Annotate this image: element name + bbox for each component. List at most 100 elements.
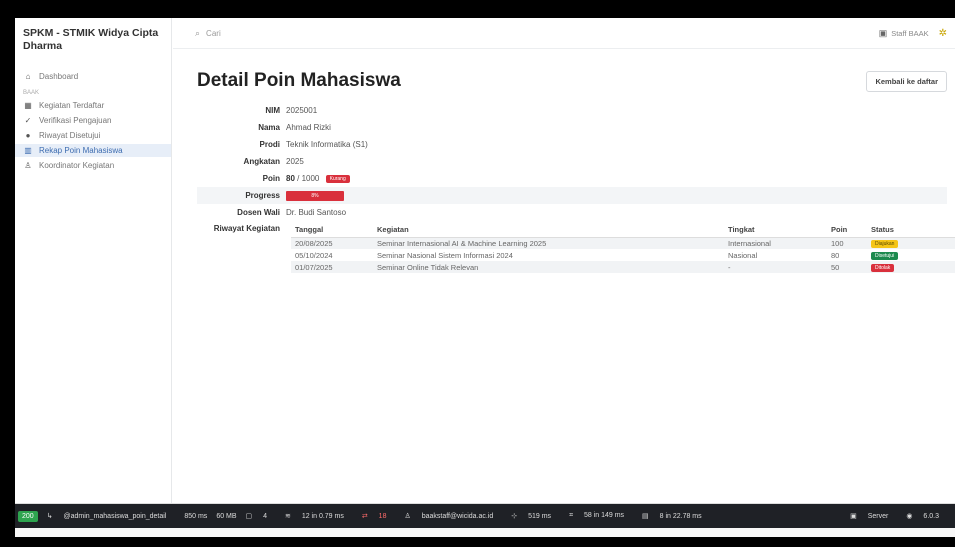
status-badge: Diajukan [871,240,899,249]
debug-bar: 200 ↳ @admin_mahasiswa_poin_detail 850 m… [15,504,955,528]
route-text: @admin_mahasiswa_poin_detail [63,513,167,520]
progress-bar: 8% [286,190,344,201]
field-label: Dosen Wali [237,208,280,217]
field-value: Ahmad Rizki [286,123,331,132]
status-code-badge[interactable]: 200 [18,510,38,522]
db-text: 8 in 22.78 ms [659,513,702,520]
poin-status-badge: Kurang [325,174,350,183]
table-row[interactable]: 20/08/2025 Seminar Internasional AI & Ma… [291,237,955,249]
status-badge: Ditolak [871,264,895,272]
cell-poin: 80 [831,250,840,260]
user-menu[interactable]: ▣ Staff BAAK ✲ [879,28,947,39]
debug-symfony-version[interactable]: ◉ 6.0.3 [906,512,948,520]
table-header-row: Tanggal Kegiatan Tingkat Poin Status [291,222,955,238]
debug-server[interactable]: ▣ Server [850,512,897,520]
field-angkatan: Angkatan 2025 [197,153,947,170]
page-title: Detail Poin Mahasiswa [197,70,401,91]
sidebar-item-label: Koordinator Kegiatan [39,161,115,170]
gear-icon[interactable]: ✲ [939,28,947,39]
sidebar-item-verifikasi-pengajuan[interactable]: ✓ Verifikasi Pengajuan [15,114,171,127]
user-icon: ♙ [24,161,32,170]
route-icon: ↳ [46,513,55,520]
cell-kegiatan: Seminar Internasional AI & Machine Learn… [377,237,728,249]
user-avatar-icon: ▣ [878,27,888,38]
cell-status: Diajukan [871,237,955,249]
topbar: ⌕ Cari ▣ Staff BAAK ✲ [173,18,955,49]
search-icon: ⌕ [195,27,201,38]
cell-kegiatan: Seminar Nasional Sistem Informasi 2024 [377,250,513,260]
field-poin: Poin 80 / 1000 Kurang [197,170,947,187]
table-row[interactable]: 05/10/2024 Seminar Nasional Sistem Infor… [291,249,955,261]
circle-icon: ● [25,131,31,140]
server-icon: ▣ [850,513,859,520]
sidebar-item-label: Riwayat Disetujui [39,131,101,140]
twig-text: 58 in 149 ms [583,512,625,519]
field-label: Nama [258,123,280,132]
field-dosen-wali: Dosen Wali Dr. Budi Santoso [197,204,947,221]
sidebar: SPKM - STMIK Widya Cipta Dharma ⌂ Dashbo… [15,18,172,503]
sidebar-item-riwayat-disetujui[interactable]: ● Riwayat Disetujui [15,129,171,142]
col-kegiatan: Kegiatan [377,222,728,238]
person-icon: ♙ [404,513,413,520]
cell-poin: 50 [831,261,871,273]
debug-twig[interactable]: ⌗ 58 in 149 ms [569,512,633,520]
cell-tingkat: Internasional [728,237,831,249]
field-prodi: Prodi Teknik Informatika (S1) [197,136,947,153]
field-nim: NIM 2025001 [197,102,947,119]
database-icon: ▤ [642,513,651,520]
debug-forms[interactable]: ▢ 4 [246,512,276,520]
field-label: Progress [245,191,280,200]
back-button[interactable]: Kembali ke daftar [866,70,947,92]
cell-status: Ditolak [871,261,955,273]
debug-cache[interactable]: ≋ 12 in 0.79 ms [285,512,353,520]
col-tanggal: Tanggal [291,222,377,238]
form-icon: ▢ [245,513,255,520]
debug-user[interactable]: ♙ baakstaff@wicida.ac.id [404,512,502,520]
col-status: Status [871,222,955,238]
log-icon: ⊹ [511,513,520,520]
field-nama: Nama Ahmad Rizki [197,119,947,136]
col-tingkat: Tingkat [728,222,831,238]
server-text: Server [867,513,889,520]
version-text: 6.0.3 [923,513,939,520]
app-window: SPKM - STMIK Widya Cipta Dharma ⌂ Dashbo… [15,18,955,537]
app-brand[interactable]: SPKM - STMIK Widya Cipta Dharma [15,18,171,53]
cell-tingkat: - [728,261,831,273]
table-row[interactable]: 01/07/2025 Seminar Online Tidak Relevan … [291,261,955,273]
sidebar-section-label: BAAK [23,90,40,96]
search-box[interactable]: ⌕ Cari [195,28,221,39]
field-label: Riwayat Kegiatan [213,224,280,233]
sidebar-item-kegiatan-terdaftar[interactable]: ▦ Kegiatan Terdaftar [15,99,171,112]
sidebar-item-koordinator-kegiatan[interactable]: ♙ Koordinator Kegiatan [15,159,171,172]
debug-time[interactable]: 850 ms [184,513,207,520]
search-input[interactable]: Cari [206,29,221,38]
sidebar-item-rekap-poin-mahasiswa[interactable]: ▥ Rekap Poin Mahasiswa [15,144,171,157]
chart-icon: ▥ [24,146,32,155]
cell-tingkat: Nasional [728,250,758,260]
field-label: Angkatan [243,157,280,166]
debug-logs[interactable]: ⊹ 519 ms [511,512,560,520]
field-label: Prodi [259,140,280,149]
queries-count: 18 [378,513,387,520]
debug-memory[interactable]: 60 MB [216,513,236,520]
sidebar-item-dashboard[interactable]: ⌂ Dashboard [15,70,171,83]
sidebar-item-label: Dashboard [39,72,79,81]
user-name[interactable]: Staff BAAK [891,29,928,38]
check-icon: ✓ [24,116,32,125]
activity-table: Tanggal Kegiatan Tingkat Poin Status 20/… [291,222,955,273]
sidebar-item-label: Kegiatan Terdaftar [39,101,105,110]
symfony-icon: ◉ [906,513,915,520]
field-progress: Progress 8% [197,187,947,204]
sidebar-item-label: Verifikasi Pengajuan [39,116,112,125]
cell-tanggal: 20/08/2025 [291,237,377,249]
student-detail: NIM 2025001 Nama Ahmad Rizki Prodi Tekni… [197,102,955,273]
debug-db[interactable]: ▤ 8 in 22.78 ms [642,512,711,520]
field-value: 2025 [286,157,304,166]
cell-tanggal: 01/07/2025 [291,261,377,273]
template-icon: ⌗ [569,512,575,519]
cell-kegiatan: Seminar Online Tidak Relevan [377,261,728,273]
grid-icon: ▦ [24,101,32,110]
debug-route[interactable]: ↳ @admin_mahasiswa_poin_detail [47,512,176,520]
debug-queries[interactable]: ⇄ 18 [362,512,396,520]
logs-text: 519 ms [528,513,552,520]
